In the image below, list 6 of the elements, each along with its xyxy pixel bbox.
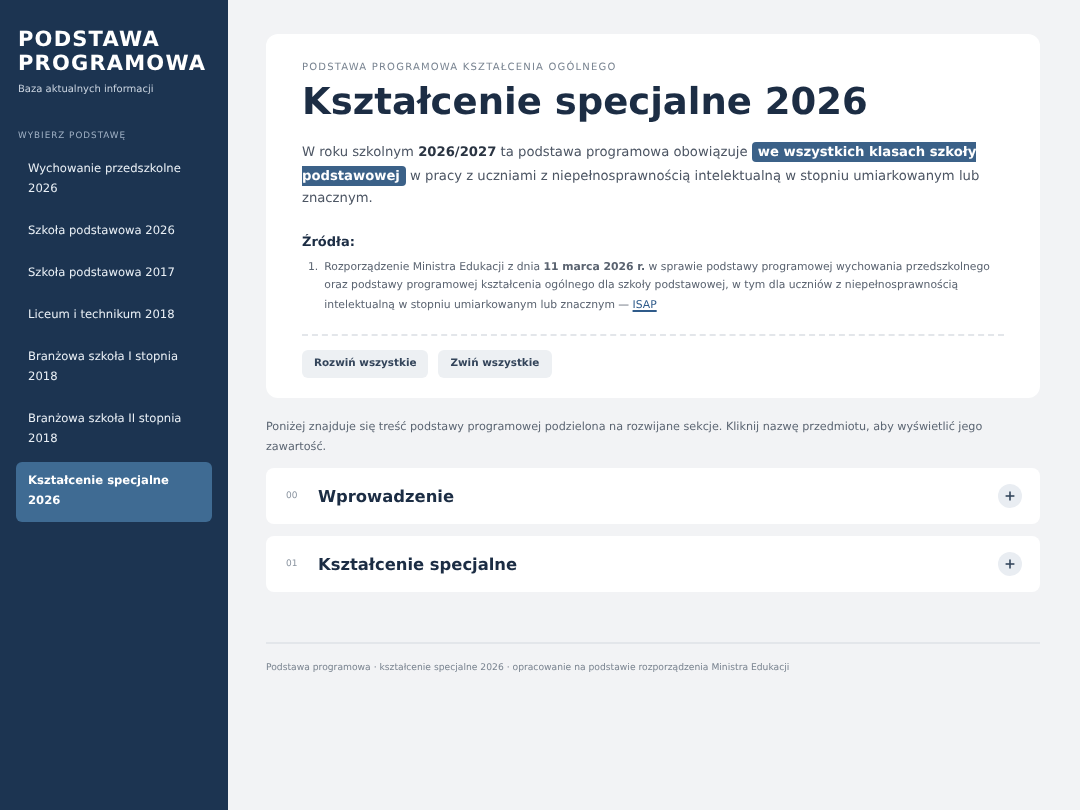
page-title: Kształcenie specjalne 2026 [302, 82, 870, 124]
plus-icon[interactable] [998, 552, 1022, 576]
section-title: Kształcenie specjalne [318, 554, 520, 574]
sidebar-title: PODSTAWA PROGRAMOWA [16, 28, 209, 76]
plus-icon[interactable] [998, 484, 1022, 508]
section-title: Wprowadzenie [318, 486, 457, 506]
